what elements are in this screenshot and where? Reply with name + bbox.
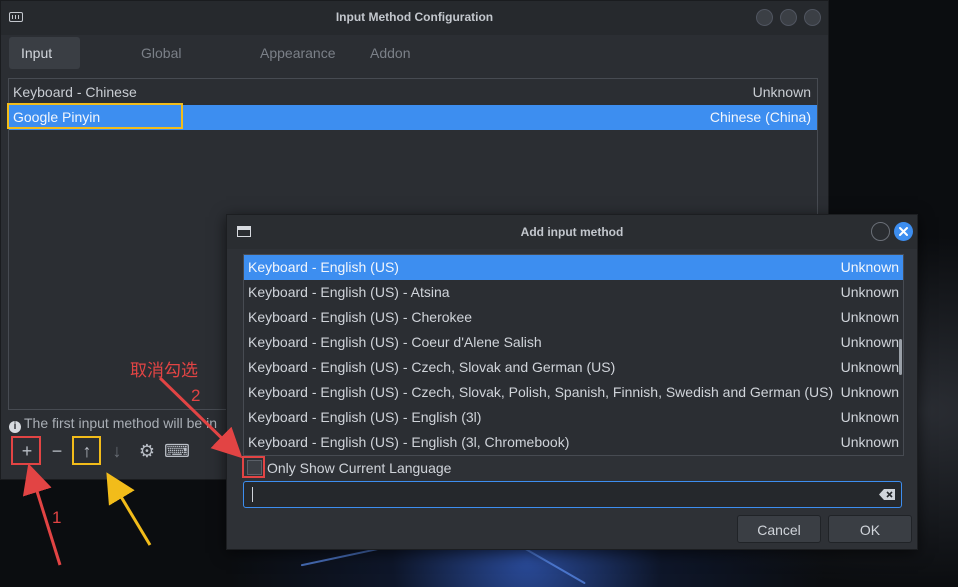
input-method-name: Keyboard - English (US) - Cherokee xyxy=(248,309,473,325)
scrollbar[interactable] xyxy=(899,339,902,375)
maximize-button[interactable] xyxy=(780,9,797,26)
input-method-name: Keyboard - English (US) - Atsina xyxy=(248,284,450,300)
input-method-name: Keyboard - English (US) - English (3l, C… xyxy=(248,434,570,450)
plus-icon[interactable]: + xyxy=(13,437,41,465)
main-titlebar: Input Method Configuration xyxy=(1,1,828,35)
dialog-titlebar: Add input method xyxy=(227,215,917,249)
text-cursor xyxy=(252,487,253,502)
input-method-language: Unknown xyxy=(840,359,899,375)
minimize-button[interactable] xyxy=(871,222,890,241)
only-show-current-language-label: Only Show Current Language xyxy=(267,460,452,476)
input-method-name: Google Pinyin xyxy=(13,109,101,125)
input-method-name: Keyboard - English (US) - Czech, Slovak … xyxy=(248,359,616,375)
input-method-language: Unknown xyxy=(752,84,811,100)
tab-input-method[interactable]: Input Method xyxy=(9,37,80,93)
input-method-language: Unknown xyxy=(840,284,899,300)
cancel-button[interactable]: Cancel xyxy=(737,515,821,543)
list-item[interactable]: Keyboard - English (US) - Coeur d'Alene … xyxy=(244,330,903,355)
gear-icon[interactable]: ⚙ xyxy=(133,437,161,465)
list-item[interactable]: Keyboard - English (US) - English (3l, C… xyxy=(244,430,903,455)
list-item[interactable]: Keyboard - English (US) - Czech, Slovak … xyxy=(244,355,903,380)
info-icon: i xyxy=(9,421,21,433)
close-icon xyxy=(899,227,908,236)
close-button[interactable] xyxy=(804,9,821,26)
annotation-uncheck-note: 取消勾选 xyxy=(130,361,198,380)
clear-icon[interactable] xyxy=(879,489,895,500)
input-method-language: Chinese (China) xyxy=(709,109,811,125)
only-show-current-language-checkbox[interactable] xyxy=(247,460,262,475)
input-method-language: Unknown xyxy=(840,409,899,425)
close-button[interactable] xyxy=(894,222,913,241)
list-item[interactable]: Keyboard - English (US) Unknown xyxy=(244,255,903,280)
annotation-step-1: 1 xyxy=(52,508,62,527)
keyboard-icon[interactable]: ⌨ xyxy=(163,437,191,465)
input-method-language: Unknown xyxy=(840,334,899,350)
tab-addon[interactable]: Addon xyxy=(358,37,422,69)
search-input[interactable] xyxy=(243,481,902,508)
list-item[interactable]: Google Pinyin Chinese (China) xyxy=(9,105,817,130)
input-method-language: Unknown xyxy=(840,384,899,400)
add-input-method-dialog: Add input method Keyboard - English (US)… xyxy=(226,214,918,550)
tab-appearance[interactable]: Appearance xyxy=(248,37,348,69)
window-title: Input Method Configuration xyxy=(335,10,494,24)
list-item[interactable]: Keyboard - Chinese Unknown xyxy=(9,80,817,105)
input-method-name: Keyboard - English (US) - Czech, Slovak,… xyxy=(248,384,834,400)
input-method-name: Keyboard - English (US) xyxy=(248,259,399,275)
info-text: The first input method will be in xyxy=(24,415,217,431)
available-input-method-list: Keyboard - English (US) Unknown Keyboard… xyxy=(243,254,904,456)
list-item[interactable]: Keyboard - English (US) - Cherokee Unkno… xyxy=(244,305,903,330)
input-method-name: Keyboard - English (US) - Coeur d'Alene … xyxy=(248,334,542,350)
input-method-name: Keyboard - Chinese xyxy=(13,84,137,100)
input-method-name: Keyboard - English (US) - English (3l) xyxy=(248,409,482,425)
list-item[interactable]: Keyboard - English (US) - English (3l) U… xyxy=(244,405,903,430)
input-method-language: Unknown xyxy=(840,434,899,450)
arrow-up-icon[interactable]: ↑ xyxy=(73,437,101,465)
input-method-language: Unknown xyxy=(840,309,899,325)
list-item[interactable]: Keyboard - English (US) - Atsina Unknown xyxy=(244,280,903,305)
ok-button[interactable]: OK xyxy=(828,515,912,543)
list-item[interactable]: Keyboard - English (US) - Czech, Slovak,… xyxy=(244,380,903,405)
minimize-button[interactable] xyxy=(756,9,773,26)
annotation-step-2: 2 xyxy=(191,386,201,405)
dialog-title: Add input method xyxy=(520,225,624,239)
minus-icon[interactable]: − xyxy=(43,437,71,465)
info-message: i The first input method will be in xyxy=(9,415,217,433)
arrow-down-icon[interactable]: ↓ xyxy=(103,437,131,465)
input-method-language: Unknown xyxy=(840,259,899,275)
tab-global-config[interactable]: Global Config xyxy=(129,37,193,93)
wallpaper-streak xyxy=(524,547,586,585)
